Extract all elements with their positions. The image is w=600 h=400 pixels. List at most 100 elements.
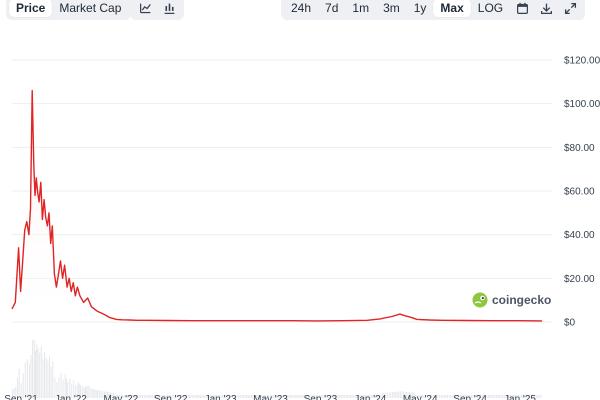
volume-bar: [393, 391, 395, 398]
volume-bar: [246, 395, 248, 398]
volume-bar: [492, 395, 494, 398]
volume-bar: [187, 395, 189, 398]
volume-bar: [30, 355, 32, 398]
volume-bar: [345, 395, 347, 398]
y-axis-labels: $120.00 $100.00 $80.00 $60.00 $40.00 $20.00 $0: [564, 56, 600, 329]
volume-bar: [140, 395, 142, 398]
y-tick-label: $20.00: [564, 274, 595, 285]
volume-bar: [296, 395, 298, 398]
x-tick-label: Sep '24: [453, 394, 487, 400]
volume-bar: [450, 395, 452, 398]
volume-bar: [294, 395, 296, 398]
volume-bar: [238, 395, 240, 398]
price-chart[interactable]: $120.00 $100.00 $80.00 $60.00 $40.00 $20.00 $0…: [0, 0, 600, 400]
volume-bar: [298, 395, 300, 398]
volume-bar: [440, 395, 442, 398]
volume-bar: [241, 395, 243, 398]
volume-bar: [350, 395, 352, 398]
volume-bar: [538, 395, 540, 398]
volume-bar: [395, 391, 397, 398]
volume-bar: [201, 395, 203, 398]
volume-bar: [236, 395, 238, 398]
volume-bar: [89, 387, 91, 398]
volume-bar: [348, 395, 350, 398]
volume-bar: [342, 395, 344, 398]
volume-bar: [443, 395, 445, 398]
volume-bar: [143, 395, 145, 398]
x-tick-label: Sep '23: [304, 394, 338, 400]
volume-bar: [396, 391, 398, 398]
volume-bar: [343, 395, 345, 398]
brand-name: coingecko: [492, 293, 552, 307]
volume-bar: [247, 395, 249, 398]
volume-bar: [291, 395, 293, 398]
x-tick-label: Sep '22: [154, 394, 188, 400]
x-tick-label: Jan '25: [504, 394, 536, 400]
volume-bar: [390, 392, 392, 398]
price-area-fill: [12, 90, 543, 322]
volume-bar: [340, 395, 342, 398]
volume-bar: [100, 390, 102, 398]
volume-bar: [392, 392, 394, 398]
volume-bar: [437, 395, 439, 398]
y-tick-label: $80.00: [564, 143, 595, 154]
volume-bar: [94, 389, 96, 398]
volume-bar: [244, 395, 246, 398]
x-tick-label: May '23: [253, 394, 288, 400]
volume-bar: [497, 395, 499, 398]
volume-bar: [199, 395, 201, 398]
y-tick-label: $100.00: [564, 99, 600, 110]
volume-bar: [36, 344, 38, 398]
volume-bar: [42, 358, 44, 398]
volume-bar: [98, 390, 100, 398]
gecko-logo-icon: [472, 292, 488, 308]
volume-bar: [28, 364, 30, 398]
volume-bar: [44, 352, 46, 398]
volume-bar: [190, 395, 192, 398]
volume-bar: [502, 395, 504, 398]
x-tick-label: May '24: [403, 394, 438, 400]
volume-bar: [290, 395, 292, 398]
volume-bar: [24, 362, 26, 398]
volume-bar: [293, 395, 295, 398]
volume-bar: [442, 395, 444, 398]
volume-bar: [198, 395, 200, 398]
volume-bar: [147, 395, 149, 398]
volume-bar: [95, 389, 97, 398]
volume-bar: [92, 389, 94, 398]
volume-bar: [288, 395, 290, 398]
volume-bar: [49, 356, 51, 398]
volume-bar: [388, 392, 390, 398]
volume-bar: [87, 385, 89, 398]
volume-bar: [540, 395, 542, 398]
volume-bar: [26, 359, 28, 398]
x-tick-label: Jan '23: [205, 394, 237, 400]
volume-bar: [189, 395, 191, 398]
volume-bar: [398, 391, 400, 398]
volume-bar: [193, 395, 195, 398]
volume-bar: [50, 367, 52, 398]
volume-bar: [239, 395, 241, 398]
volume-bar: [445, 395, 447, 398]
volume-bar: [196, 395, 198, 398]
volume-bar: [142, 395, 144, 398]
volume-bar: [138, 395, 140, 398]
volume-bar: [488, 395, 490, 398]
volume-bar: [45, 358, 47, 398]
volume-bar: [145, 395, 147, 398]
volume-bar: [39, 352, 41, 398]
volume-bar: [386, 392, 388, 398]
volume-bar: [33, 340, 35, 398]
volume-bar: [499, 395, 501, 398]
volume-bar: [537, 395, 539, 398]
volume-bar: [195, 395, 197, 398]
volume-bar: [399, 391, 401, 398]
volume-bar: [491, 395, 493, 398]
volume-bar: [489, 395, 491, 398]
volume-bar: [439, 395, 441, 398]
volume-bar: [339, 395, 341, 398]
volume-bar: [97, 390, 99, 398]
volume-bar: [351, 395, 353, 398]
y-tick-label: $60.00: [564, 187, 595, 198]
volume-bar: [250, 395, 252, 398]
